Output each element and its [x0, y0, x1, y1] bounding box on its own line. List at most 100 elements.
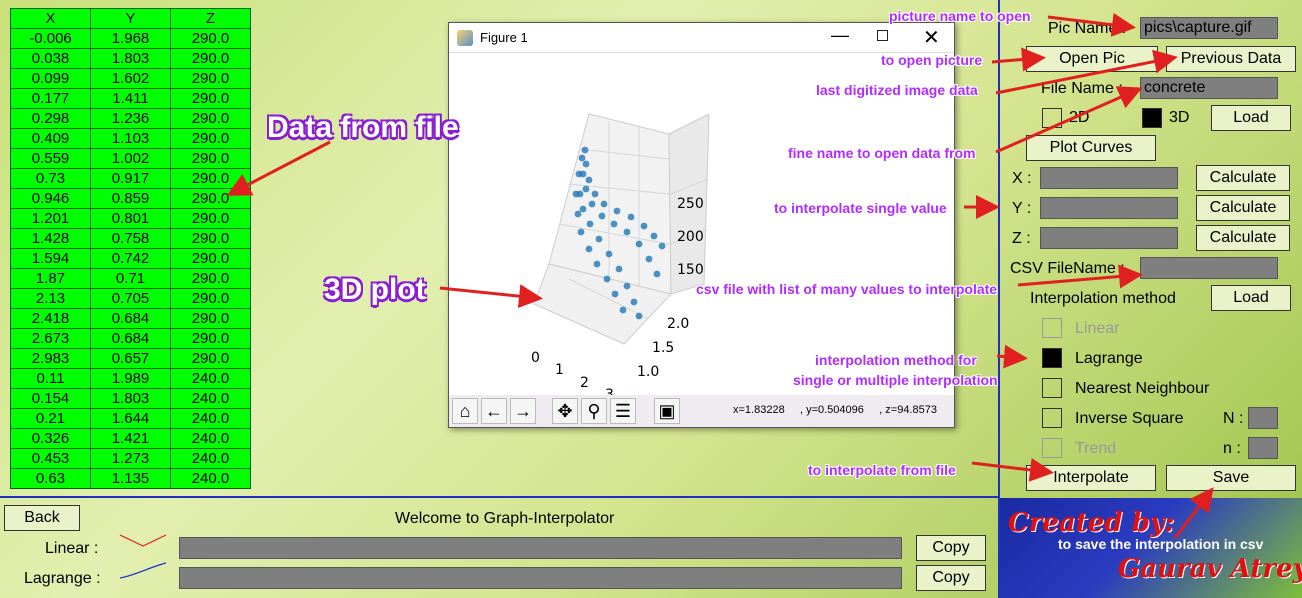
annotation-3d-plot: 3D plot	[324, 273, 426, 306]
table-cell: 290.0	[170, 188, 251, 209]
scatter-point	[579, 205, 587, 213]
annotation-from-file: to interpolate from file	[808, 462, 956, 478]
table-cell: 0.742	[90, 248, 171, 269]
annotation-open-picture: to open picture	[881, 52, 983, 68]
scatter-point	[650, 232, 658, 240]
y-field[interactable]	[1040, 197, 1178, 219]
open-pic-button[interactable]: Open Pic	[1026, 46, 1158, 72]
calculate-x-button[interactable]: Calculate	[1196, 165, 1290, 191]
scatter-point	[585, 245, 593, 253]
forward-icon[interactable]: →	[510, 398, 536, 424]
table-row: 0.154 1.803 240.0	[10, 388, 251, 409]
lagrange-result-field[interactable]	[179, 567, 902, 589]
maximize-icon[interactable]	[877, 30, 888, 41]
pan-icon[interactable]: ✥	[552, 398, 578, 424]
calculate-z-button[interactable]: Calculate	[1196, 225, 1290, 251]
x-field[interactable]	[1040, 167, 1178, 189]
table-cell: 1.803	[90, 48, 171, 69]
x-tick: 0	[531, 350, 540, 366]
table-cell: 0.758	[90, 228, 171, 249]
table-body: -0.006 1.968 290.0 0.038 1.803 290.0 0.099 1.60…	[10, 28, 251, 489]
z-tick: 200	[677, 229, 704, 245]
scatter-point	[615, 265, 623, 273]
table-cell: 240.0	[170, 468, 251, 489]
scatter-point	[600, 200, 608, 208]
copy-lagrange-button[interactable]: Copy	[916, 565, 986, 591]
scatter-point	[581, 146, 589, 154]
linear-result-field[interactable]	[179, 537, 902, 559]
table-cell: 2.418	[10, 308, 91, 329]
y-tick: 1.0	[637, 364, 659, 380]
table-cell: 0.705	[90, 288, 171, 309]
configure-icon[interactable]: ☰	[610, 398, 636, 424]
pic-name-label: Pic Name :	[1048, 20, 1127, 37]
pic-name-field[interactable]: pics\capture.gif	[1140, 17, 1278, 39]
scatter-point	[585, 176, 593, 184]
3d-plot[interactable]: 250 200 150 2.0 1.5 1.0 0 1 2 3	[449, 54, 954, 396]
n-upper-field[interactable]	[1248, 407, 1278, 429]
minimize-icon[interactable]: —	[831, 25, 849, 46]
method-linear-checkbox[interactable]	[1042, 318, 1062, 338]
calculate-y-button[interactable]: Calculate	[1196, 195, 1290, 221]
lagrange-curve-icon	[119, 562, 167, 579]
table-cell: 0.917	[90, 168, 171, 189]
method-inverse-square-checkbox[interactable]	[1042, 408, 1062, 428]
table-cell: 290.0	[170, 108, 251, 129]
table-cell: 290.0	[170, 348, 251, 369]
table-row: 0.453 1.273 240.0	[10, 448, 251, 469]
z-field[interactable]	[1040, 227, 1178, 249]
table-cell: 0.409	[10, 128, 91, 149]
table-cell: 1.602	[90, 68, 171, 89]
method-linear-label: Linear	[1075, 320, 1120, 337]
table-cell: 0.559	[10, 148, 91, 169]
csv-filename-field[interactable]	[1140, 257, 1278, 279]
method-lagrange-checkbox[interactable]	[1042, 348, 1062, 368]
copy-linear-button[interactable]: Copy	[916, 535, 986, 561]
table-cell: 290.0	[170, 268, 251, 289]
table-row: 0.11 1.989 240.0	[10, 368, 251, 389]
plot-curves-button[interactable]: Plot Curves	[1026, 135, 1156, 161]
method-trend-checkbox[interactable]	[1042, 438, 1062, 458]
table-row: 1.428 0.758 290.0	[10, 228, 251, 249]
table-cell: 0.177	[10, 88, 91, 109]
scatter-point	[578, 154, 586, 162]
annotation-file-name: fine name to open data from	[788, 145, 976, 161]
close-icon[interactable]: ✕	[923, 25, 940, 50]
table-cell: 0.326	[10, 428, 91, 449]
file-name-field[interactable]: concrete	[1140, 77, 1278, 99]
load-button[interactable]: Load	[1211, 105, 1291, 131]
method-lagrange-label: Lagrange	[1075, 350, 1143, 367]
scatter-point	[582, 160, 590, 168]
method-nearest-label: Nearest Neighbour	[1075, 380, 1210, 397]
table-cell: 0.684	[90, 328, 171, 349]
created-by-text: Created by:	[1008, 508, 1175, 538]
table-row: 2.13 0.705 290.0	[10, 288, 251, 309]
option-3d-checkbox[interactable]	[1142, 108, 1162, 128]
table-cell: 290.0	[170, 88, 251, 109]
table-row: 0.409 1.103 290.0	[10, 128, 251, 149]
table-cell: 1.103	[90, 128, 171, 149]
scatter-point	[582, 185, 590, 193]
home-icon[interactable]: ⌂	[452, 398, 478, 424]
column-header-z: Z	[170, 8, 251, 29]
previous-data-button[interactable]: Previous Data	[1166, 46, 1296, 72]
table-cell: -0.006	[10, 28, 91, 49]
linear-line-icon	[119, 534, 167, 547]
column-header-y: Y	[90, 8, 171, 29]
method-nearest-checkbox[interactable]	[1042, 378, 1062, 398]
scatter-point	[623, 282, 631, 290]
back-icon[interactable]: ←	[481, 398, 507, 424]
table-cell: 0.657	[90, 348, 171, 369]
save-button[interactable]: Save	[1166, 465, 1296, 491]
option-2d-checkbox[interactable]	[1042, 108, 1062, 128]
save-icon[interactable]: ▣	[654, 398, 680, 424]
interpolate-button[interactable]: Interpolate	[1026, 465, 1156, 491]
figure-toolbar: ⌂ ← → ✥ ⚲ ☰ ▣ x=1.83228 , y=0.504096 , z…	[449, 395, 954, 427]
figure-titlebar[interactable]: Figure 1 — ✕	[449, 23, 954, 53]
n-lower-field[interactable]	[1248, 437, 1278, 459]
table-cell: 2.983	[10, 348, 91, 369]
load-csv-button[interactable]: Load	[1211, 285, 1291, 311]
zoom-icon[interactable]: ⚲	[581, 398, 607, 424]
annotation-last-digitized: last digitized image data	[816, 82, 978, 98]
back-button[interactable]: Back	[4, 505, 80, 531]
